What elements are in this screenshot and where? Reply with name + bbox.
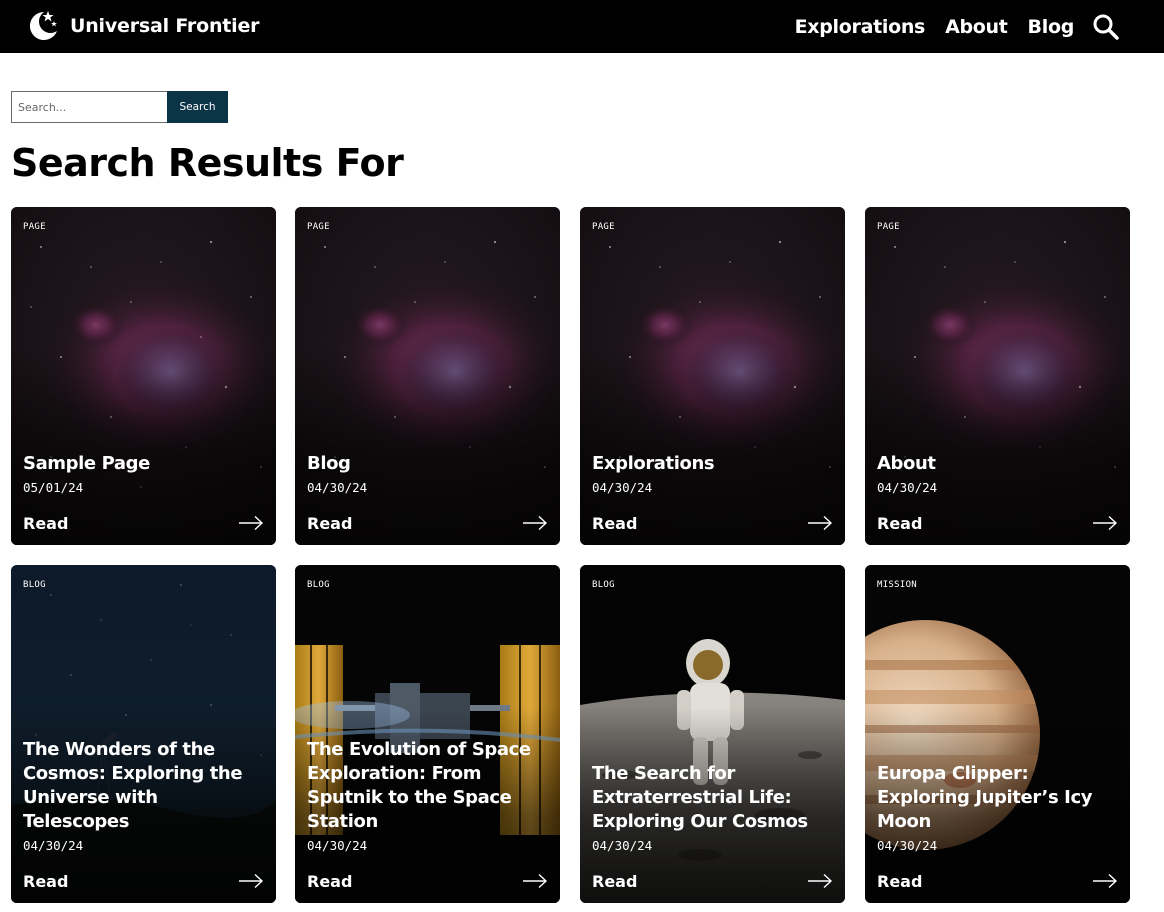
arrow-right-icon[interactable] — [1092, 873, 1118, 889]
site-title: Universal Frontier — [70, 15, 260, 37]
card-date: 04/30/24 — [307, 480, 368, 495]
read-link[interactable]: Read — [592, 514, 637, 533]
arrow-right-icon[interactable] — [238, 873, 264, 889]
card-title[interactable]: Europa Clipper: Exploring Jupiter’s Icy … — [877, 762, 1120, 834]
search-input[interactable] — [11, 91, 167, 123]
page-title: Search Results For — [11, 141, 404, 185]
result-card[interactable]: MISSION Europa Clipper: Exploring Jupite… — [865, 565, 1130, 903]
moon-star-logo-icon — [29, 11, 57, 40]
search-icon[interactable] — [1092, 13, 1120, 41]
card-title[interactable]: The Evolution of Space Exploration: From… — [307, 738, 550, 834]
card-title[interactable]: The Search for Extraterrestrial Life: Ex… — [592, 762, 835, 834]
read-link[interactable]: Read — [592, 872, 637, 891]
result-card[interactable]: PAGE Sample Page 05/01/24 Read — [11, 207, 276, 545]
card-type-label: PAGE — [877, 222, 900, 232]
card-title[interactable]: Explorations — [592, 452, 835, 476]
card-type-label: MISSION — [877, 580, 918, 590]
search-button[interactable]: Search — [167, 91, 228, 123]
card-type-label: BLOG — [592, 580, 615, 590]
card-date: 04/30/24 — [877, 480, 938, 495]
search-form: Search — [11, 91, 228, 123]
arrow-right-icon[interactable] — [1092, 515, 1118, 531]
main-nav: Explorations About Blog — [775, 0, 1120, 53]
card-type-label: PAGE — [23, 222, 46, 232]
card-title[interactable]: About — [877, 452, 1120, 476]
card-date: 04/30/24 — [307, 838, 368, 853]
result-card[interactable]: PAGE Blog 04/30/24 Read — [295, 207, 560, 545]
card-title[interactable]: The Wonders of the Cosmos: Exploring the… — [23, 738, 266, 834]
read-link[interactable]: Read — [877, 872, 922, 891]
site-header: Universal Frontier Explorations About Bl… — [0, 0, 1164, 53]
card-date: 04/30/24 — [592, 480, 653, 495]
card-title[interactable]: Blog — [307, 452, 550, 476]
result-card[interactable]: PAGE About 04/30/24 Read — [865, 207, 1130, 545]
nav-link-about[interactable]: About — [945, 16, 1008, 38]
result-card[interactable]: BLOG The Evolution of Space Exploration:… — [295, 565, 560, 903]
card-type-label: PAGE — [307, 222, 330, 232]
read-link[interactable]: Read — [307, 514, 352, 533]
arrow-right-icon[interactable] — [522, 515, 548, 531]
result-card[interactable]: BLOG The Wonders of the Cosmos: Explorin… — [11, 565, 276, 903]
card-type-label: BLOG — [307, 580, 330, 590]
result-card[interactable]: PAGE Explorations 04/30/24 Read — [580, 207, 845, 545]
card-type-label: PAGE — [592, 222, 615, 232]
brand[interactable]: Universal Frontier — [24, 6, 260, 46]
card-date: 05/01/24 — [23, 480, 84, 495]
nav-link-blog[interactable]: Blog — [1028, 16, 1075, 38]
arrow-right-icon[interactable] — [807, 873, 833, 889]
read-link[interactable]: Read — [23, 514, 68, 533]
card-type-label: BLOG — [23, 580, 46, 590]
card-date: 04/30/24 — [877, 838, 938, 853]
arrow-right-icon[interactable] — [522, 873, 548, 889]
arrow-right-icon[interactable] — [238, 515, 264, 531]
card-title[interactable]: Sample Page — [23, 452, 266, 476]
card-date: 04/30/24 — [592, 838, 653, 853]
card-date: 04/30/24 — [23, 838, 84, 853]
read-link[interactable]: Read — [307, 872, 352, 891]
arrow-right-icon[interactable] — [807, 515, 833, 531]
read-link[interactable]: Read — [877, 514, 922, 533]
result-card[interactable]: BLOG The Search for Extraterrestrial Lif… — [580, 565, 845, 903]
nav-link-explorations[interactable]: Explorations — [795, 16, 926, 38]
read-link[interactable]: Read — [23, 872, 68, 891]
